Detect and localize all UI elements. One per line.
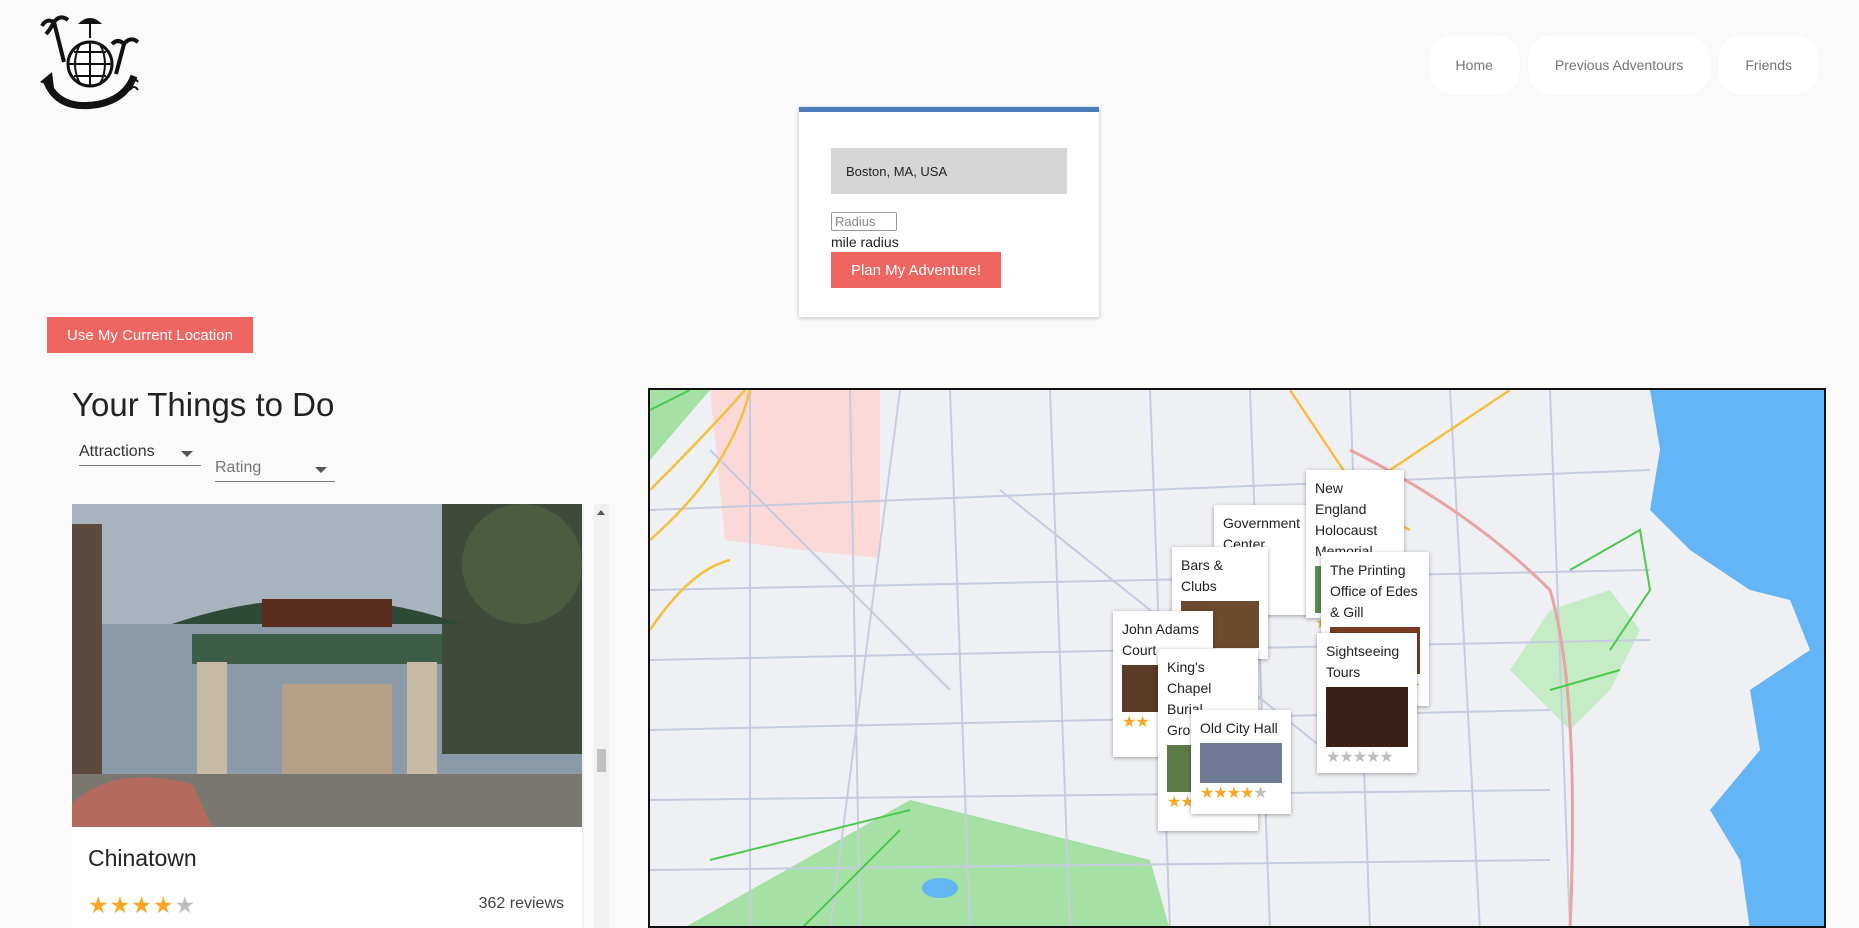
map-marker-photo [1200, 743, 1282, 783]
rating-filter-select[interactable]: Rating [215, 459, 335, 482]
place-rating-stars: ★★★★★ [88, 892, 197, 918]
place-review-count: 362 reviews [478, 895, 564, 912]
type-filter-value: Attractions [79, 443, 155, 460]
things-to-do-list: Chinatown ★★★★★ 362 reviews [72, 504, 609, 928]
map-marker-label: New England Holocaust Memorial [1315, 480, 1378, 559]
map-marker-label: Sightseeing Tours [1326, 643, 1400, 680]
rating-filter-value: Rating [215, 459, 262, 476]
place-name: Chinatown [88, 845, 197, 871]
type-filter-select[interactable]: Attractions [79, 443, 201, 466]
map-marker-label: Old City Hall [1200, 720, 1278, 736]
map-marker-stars: ★★ [1167, 794, 1195, 811]
place-card[interactable]: Chinatown ★★★★★ 362 reviews [72, 504, 582, 928]
map-marker-old-city-hall[interactable]: Old City Hall ★★★★★ [1191, 710, 1291, 814]
search-card: mile radius Plan My Adventure! [799, 107, 1099, 317]
nav-previous-adventours[interactable]: Previous Adventours [1527, 35, 1711, 95]
use-current-location-button[interactable]: Use My Current Location [47, 317, 253, 353]
radius-input[interactable] [831, 212, 897, 231]
radius-unit-label: mile radius [831, 234, 899, 250]
scroll-up-arrow-icon[interactable] [597, 510, 605, 515]
map-marker-label: The Printing Office of Edes & Gill [1330, 562, 1418, 620]
map-marker-label: Bars & Clubs [1181, 557, 1224, 594]
chevron-down-icon [315, 467, 327, 473]
place-photo [72, 504, 582, 827]
location-input[interactable] [831, 148, 1067, 194]
things-to-do-title: Your Things to Do [72, 386, 335, 423]
map[interactable]: Government Center New England Holocaust … [648, 388, 1826, 928]
list-scrollbar[interactable] [594, 504, 609, 928]
map-marker-stars: ★★★★★ [1200, 785, 1268, 802]
chevron-down-icon [181, 451, 193, 457]
map-marker-sightseeing-tours[interactable]: Sightseeing Tours ★★★★★ [1317, 633, 1417, 773]
nav-home[interactable]: Home [1428, 35, 1520, 95]
map-marker-photo [1326, 687, 1408, 747]
map-marker-stars: ★★ [1122, 714, 1150, 731]
top-nav: Home Previous Adventours Friends [1428, 35, 1819, 95]
scrollbar-thumb[interactable] [597, 749, 606, 772]
nav-friends[interactable]: Friends [1718, 35, 1819, 95]
map-marker-stars: ★★★★★ [1326, 749, 1394, 766]
plan-adventure-button[interactable]: Plan My Adventure! [831, 252, 1001, 288]
logo [40, 15, 140, 110]
